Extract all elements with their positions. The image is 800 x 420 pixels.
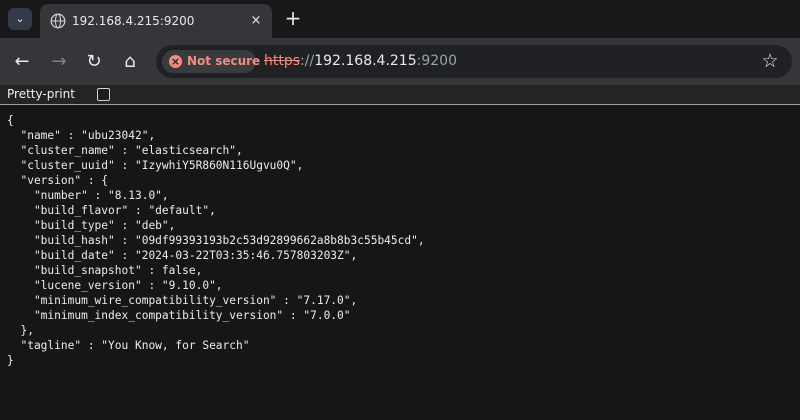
new-tab-button[interactable]: + xyxy=(282,8,304,30)
forward-arrow-icon[interactable]: → xyxy=(47,50,71,74)
warning-icon: × xyxy=(169,55,182,68)
json-line: "number" : "8.13.0", xyxy=(7,189,169,202)
json-line: "build_snapshot" : false, xyxy=(7,264,203,277)
chevron-down-icon[interactable]: ⌄ xyxy=(8,8,32,30)
url-host: 192.168.4.215 xyxy=(314,53,417,69)
json-line: "cluster_name" : "elasticsearch", xyxy=(7,144,243,157)
json-line: "cluster_uuid" : "IzywhiY5R860N116Ugvu0Q… xyxy=(7,159,304,172)
pretty-print-checkbox[interactable] xyxy=(97,88,110,101)
home-icon[interactable]: ⌂ xyxy=(118,50,142,74)
json-line: "tagline" : "You Know, for Search" xyxy=(7,339,250,352)
pretty-print-label: Pretty-print xyxy=(7,87,75,101)
url-separator: :// xyxy=(300,53,315,69)
url-port: :9200 xyxy=(416,53,457,69)
address-bar[interactable]: × Not secure https://192.168.4.215:9200 … xyxy=(156,45,792,78)
json-line: "minimum_index_compatibility_version" : … xyxy=(7,309,351,322)
json-line: "build_type" : "deb", xyxy=(7,219,176,232)
pretty-print-bar: Pretty-print xyxy=(0,85,800,105)
close-icon[interactable]: × xyxy=(246,11,266,31)
tab-title: 192.168.4.215:9200 xyxy=(72,14,195,28)
active-tab[interactable]: 192.168.4.215:9200 × xyxy=(40,4,272,38)
globe-icon xyxy=(50,13,66,29)
json-response: { "name" : "ubu23042", "cluster_name" : … xyxy=(0,113,800,413)
url-scheme: https xyxy=(264,53,301,69)
json-line: "build_date" : "2024-03-22T03:35:46.7578… xyxy=(7,249,358,262)
json-line: "name" : "ubu23042", xyxy=(7,129,156,142)
json-line: "build_hash" : "09df99393193b2c53d928996… xyxy=(7,234,425,247)
json-line: } xyxy=(7,354,14,367)
security-indicator[interactable]: × Not secure xyxy=(162,50,260,73)
url-text[interactable]: https://192.168.4.215:9200 xyxy=(264,52,457,70)
json-line: "lucene_version" : "9.10.0", xyxy=(7,279,223,292)
json-line: }, xyxy=(7,324,34,337)
json-line: "build_flavor" : "default", xyxy=(7,204,216,217)
reload-icon[interactable]: ↻ xyxy=(82,50,106,74)
json-line: { xyxy=(7,114,14,127)
json-line: "version" : { xyxy=(7,174,109,187)
json-line: "minimum_wire_compatibility_version" : "… xyxy=(7,294,358,307)
back-arrow-icon[interactable]: ← xyxy=(10,50,34,74)
browser-toolbar: ← → ↻ ⌂ × Not secure https://192.168.4.2… xyxy=(0,38,800,85)
security-label: Not secure xyxy=(187,54,261,68)
tab-strip: ⌄ 192.168.4.215:9200 × + xyxy=(0,0,800,38)
star-icon[interactable]: ☆ xyxy=(758,50,782,74)
